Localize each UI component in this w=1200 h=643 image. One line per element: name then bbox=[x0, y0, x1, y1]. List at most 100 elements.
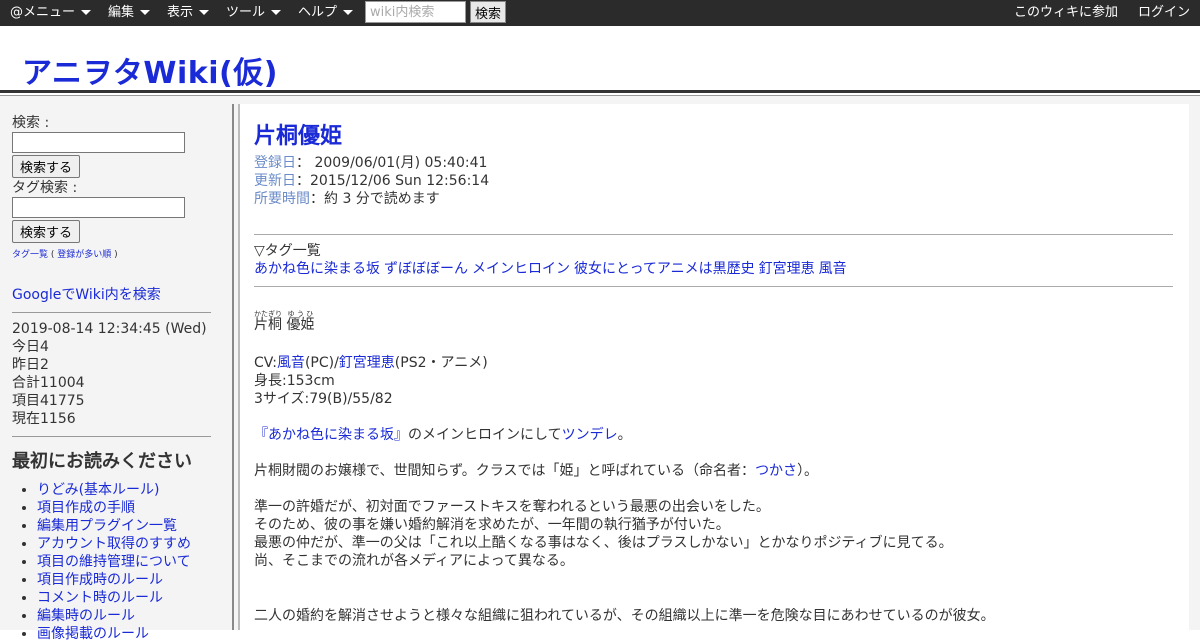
menu-tools[interactable]: ツール bbox=[226, 0, 282, 26]
menu-edit-label: 編集 bbox=[108, 5, 135, 20]
rule-link[interactable]: りどみ(基本ルール) bbox=[37, 482, 160, 498]
paragraph-line: 最悪の仲だが、準一の父は「これ以上酷くなる事はなく、後はプラスしかない」とかなり… bbox=[254, 535, 953, 551]
tags-label: ▽タグ一覧 bbox=[254, 243, 321, 259]
cv-suffix: (PS2・アニメ) bbox=[394, 355, 488, 371]
cv-link-kugimiya[interactable]: 釘宮理恵 bbox=[339, 355, 395, 371]
meta-updated: 更新日：2015/12/06 Sun 12:56:14 bbox=[254, 172, 489, 190]
current-datetime: 2019-08-14 12:34:45 (Wed) bbox=[12, 321, 207, 337]
column-divider bbox=[232, 104, 234, 630]
tags-divider-top bbox=[254, 234, 1173, 235]
tag-search-button[interactable]: 検索する bbox=[12, 220, 80, 243]
rule-link[interactable]: 画像掲載のルール bbox=[37, 626, 149, 642]
wiki-search-input[interactable] bbox=[365, 1, 466, 23]
tag-search-label: タグ検索 : bbox=[12, 180, 78, 196]
rule-link[interactable]: 項目作成時のルール bbox=[37, 572, 163, 588]
meta-updated-value: ：2015/12/06 Sun 12:56:14 bbox=[296, 173, 490, 189]
meta-created: 登録日： 2009/06/01(月) 05:40:41 bbox=[254, 154, 487, 172]
paragraph-line: 尚、そこまでの流れが各メディアによって異なる。 bbox=[254, 553, 574, 569]
rule-link[interactable]: アカウント取得のすすめ bbox=[37, 536, 191, 552]
tag-link[interactable]: メインヒロイン bbox=[472, 261, 570, 277]
list-item: 項目作成時のルール bbox=[37, 571, 212, 589]
sizes-line: 3サイズ:79(B)/55/82 bbox=[254, 391, 393, 407]
rule-link[interactable]: コメント時のルール bbox=[37, 590, 163, 606]
family-line: 片桐財閥のお嬢様で、世間知らず。クラスでは「姫」と呼ばれている（命名者：つかさ）… bbox=[254, 462, 818, 480]
rules-list: りどみ(基本ルール) 項目作成の手順 編集用プラグイン一覧 アカウント取得のすす… bbox=[12, 481, 212, 643]
intro-end: 。 bbox=[617, 427, 632, 443]
meta-readtime: 所要時間：約 3 分で読めます bbox=[254, 190, 440, 208]
sidebar-divider bbox=[12, 312, 211, 313]
menu-edit[interactable]: 編集 bbox=[108, 0, 151, 26]
page-title[interactable]: 片桐優姫 bbox=[254, 118, 342, 150]
list-item: 画像掲載のルール bbox=[37, 625, 212, 643]
menu-atmenu[interactable]: @メニュー bbox=[10, 0, 92, 26]
paragraph-line: 準一の許婚だが、初対面でファーストキスを奪われるという最悪の出会いをした。 bbox=[254, 499, 770, 515]
site-title[interactable]: アニヲタWiki(仮) bbox=[22, 48, 278, 92]
stat-total: 合計11004 bbox=[12, 375, 85, 391]
login-link[interactable]: ログイン bbox=[1138, 0, 1190, 26]
list-item: 項目作成の手順 bbox=[37, 499, 212, 517]
name-given: 優姫 bbox=[286, 317, 315, 333]
height-line: 身長:153cm bbox=[254, 373, 335, 389]
sidebar-search-input[interactable] bbox=[12, 132, 185, 153]
rule-link[interactable]: 編集用プラグイン一覧 bbox=[37, 518, 177, 534]
join-wiki-link[interactable]: このウィキに参加 bbox=[1014, 0, 1118, 26]
family-pre: 片桐財閥のお嬢様で、世間知らず。クラスでは「姫」と呼ばれている（命名者： bbox=[254, 463, 756, 479]
caret-down-icon bbox=[271, 10, 282, 15]
tag-link[interactable]: 風音 bbox=[819, 261, 847, 277]
stat-items: 項目41775 bbox=[12, 393, 85, 409]
intro-mid: のメインヒロインにして bbox=[408, 427, 562, 443]
google-search-link[interactable]: GoogleでWiki内を検索 bbox=[12, 287, 161, 303]
meta-readtime-key: 所要時間 bbox=[254, 191, 310, 207]
list-item: 編集用プラグイン一覧 bbox=[37, 517, 212, 535]
menu-help-label: ヘルプ bbox=[298, 5, 338, 20]
tags-divider-bottom bbox=[254, 286, 1173, 287]
tag-search-input[interactable] bbox=[12, 197, 185, 218]
stat-today: 今日4 bbox=[12, 339, 49, 355]
sidebar: 検索 : 検索する タグ検索 : 検索する タグ一覧 ( 登録が多い順 ) Go… bbox=[12, 114, 212, 643]
menu-view-label: 表示 bbox=[167, 5, 194, 20]
stat-yesterday: 昨日2 bbox=[12, 357, 49, 373]
series-link[interactable]: 『あかね色に染まる坂』 bbox=[254, 427, 408, 443]
cv-line: CV:風音(PC)/釘宮理恵(PS2・アニメ) bbox=[254, 354, 488, 372]
read-first-heading: 最初にお読みください bbox=[12, 451, 192, 472]
tag-links: タグ一覧 ( 登録が多い順 ) bbox=[12, 250, 118, 260]
list-item: コメント時のルール bbox=[37, 589, 212, 607]
cv-mid: (PC)/ bbox=[304, 355, 339, 371]
tag-link[interactable]: あかね色に染まる坂 bbox=[254, 261, 380, 277]
tsundere-link[interactable]: ツンデレ bbox=[562, 427, 618, 443]
list-item: アカウント取得のすすめ bbox=[37, 535, 212, 553]
list-item: 編集時のルール bbox=[37, 607, 212, 625]
list-item: 項目の維持管理について bbox=[37, 553, 212, 571]
rule-link[interactable]: 編集時のルール bbox=[37, 608, 135, 624]
sidebar-search-button[interactable]: 検索する bbox=[12, 155, 80, 178]
menu-help[interactable]: ヘルプ bbox=[298, 0, 354, 26]
tsukasa-link[interactable]: つかさ bbox=[755, 463, 797, 479]
name-surname-ruby: かたぎり bbox=[254, 310, 282, 318]
name-given-ruby: ゆうひ bbox=[286, 310, 315, 318]
tag-link[interactable]: ずぼぼぼーん bbox=[384, 261, 468, 277]
wiki-search-button[interactable]: 検索 bbox=[470, 1, 506, 23]
tag-link[interactable]: 彼女にとってアニメは黒歴史 bbox=[574, 261, 755, 277]
paragraph-line: 二人の婚約を解消させようと様々な組織に狙われているが、その組織以上に準一を危険な… bbox=[254, 608, 995, 624]
intro-line: 『あかね色に染まる坂』のメインヒロインにしてツンデレ。 bbox=[254, 426, 632, 444]
rule-link[interactable]: 項目作成の手順 bbox=[37, 500, 135, 516]
tag-list-link[interactable]: タグ一覧 bbox=[12, 250, 48, 260]
paragraph-line: そのため、彼の事を嫌い婚約解消を求めたが、一年間の執行猶予が付いた。 bbox=[254, 517, 730, 533]
menu-tools-label: ツール bbox=[226, 5, 266, 20]
stat-online: 現在1156 bbox=[12, 411, 76, 427]
tag-link[interactable]: 釘宮理恵 bbox=[759, 261, 815, 277]
top-menubar: @メニュー 編集 表示 ツール ヘルプ 検索 このウィキに参加 ログイン bbox=[0, 0, 1200, 26]
character-name: 片桐かたぎり 優姫ゆうひ bbox=[254, 310, 314, 334]
rule-link[interactable]: 項目の維持管理について bbox=[37, 554, 191, 570]
tag-list: あかね色に染まる坂 ずぼぼぼーん メインヒロイン 彼女にとってアニメは黒歴史 釘宮理恵風… bbox=[254, 260, 851, 278]
meta-created-value: ： 2009/06/01(月) 05:40:41 bbox=[296, 155, 488, 171]
caret-down-icon bbox=[199, 10, 210, 15]
name-surname: 片桐 bbox=[254, 317, 282, 333]
tag-popular-link[interactable]: 登録が多い順 bbox=[57, 250, 111, 260]
cv-link-kazane[interactable]: 風音 bbox=[277, 355, 305, 371]
sidebar-divider bbox=[12, 436, 211, 437]
menu-view[interactable]: 表示 bbox=[167, 0, 210, 26]
meta-updated-key: 更新日 bbox=[254, 173, 296, 189]
list-item: りどみ(基本ルール) bbox=[37, 481, 212, 499]
caret-down-icon bbox=[81, 10, 92, 15]
